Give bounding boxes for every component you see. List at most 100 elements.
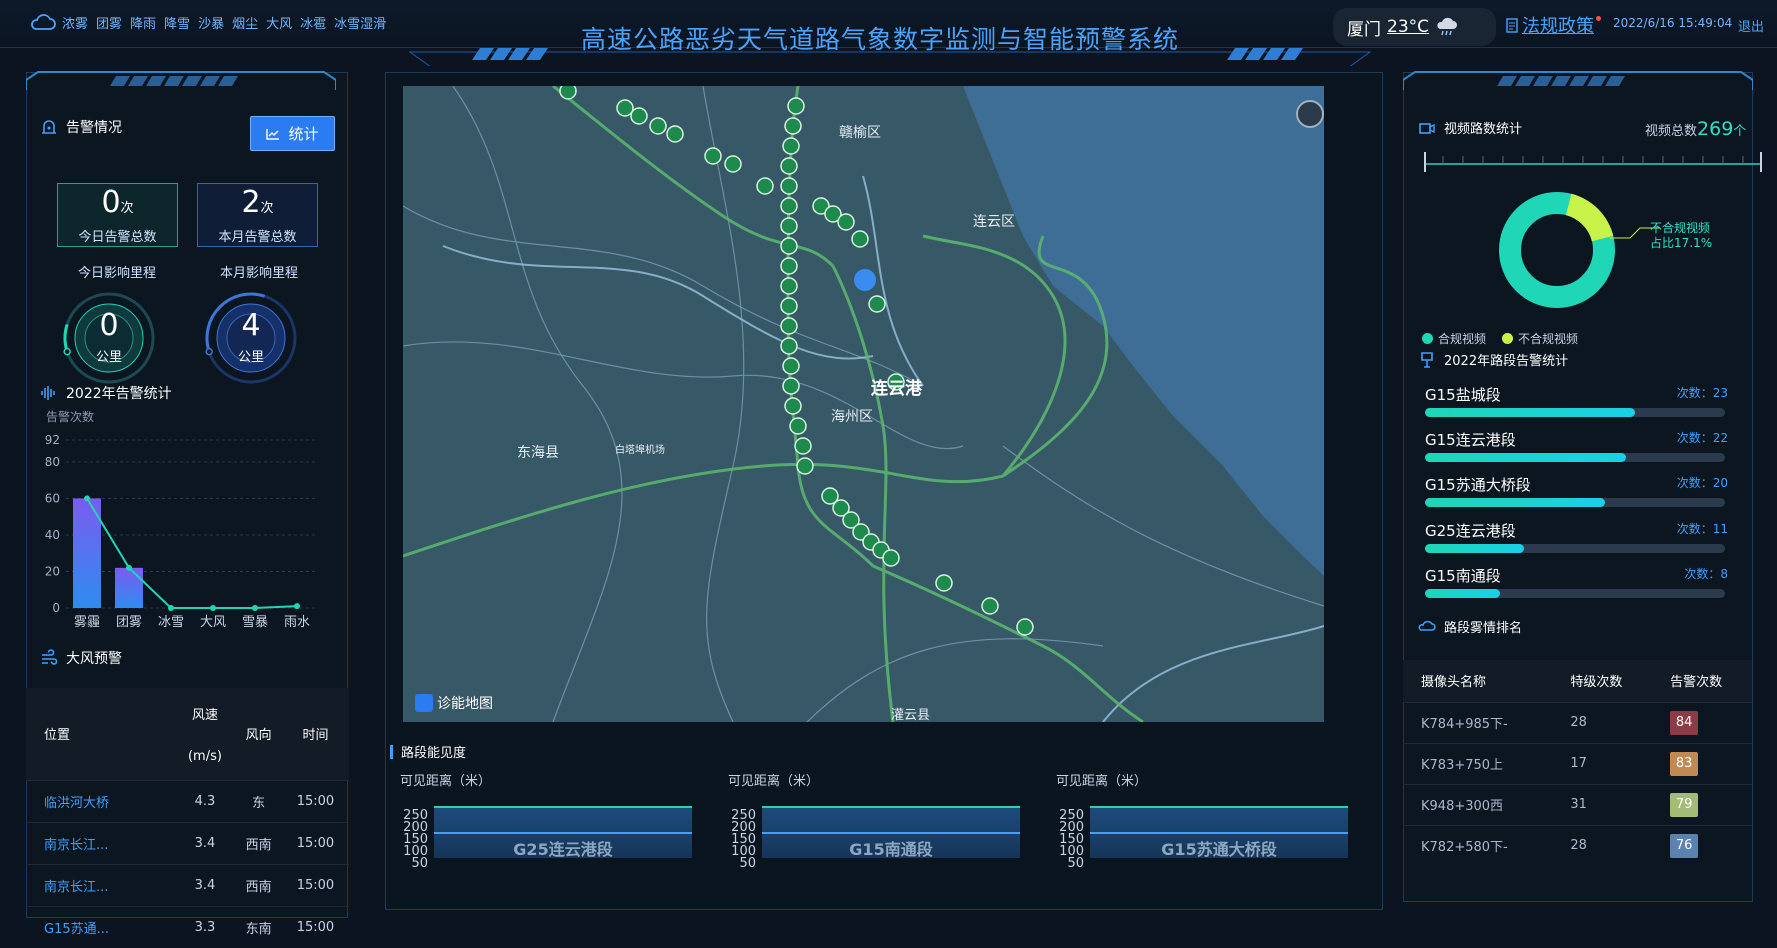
month-mileage-value: 4 <box>241 308 261 343</box>
wind-section-title-row: 大风预警 <box>40 648 122 668</box>
map-compass-button[interactable] <box>1296 100 1324 128</box>
nav-snow[interactable]: 降雪 <box>164 13 190 32</box>
nav-rain[interactable]: 降雨 <box>130 13 156 32</box>
stats-2022-title: 2022年告警统计 <box>66 386 172 402</box>
wind-time: 15:00 <box>281 863 349 906</box>
alarm-bell-icon <box>42 120 56 134</box>
legend-compliant-label: 合规视频 <box>1438 332 1487 346</box>
segment-count: 次数：23 <box>1677 384 1728 401</box>
wind-warning-table: 位置 风速 (m/s) 风向 时间 临洪河大桥 4.3 东 15:00 南京长江... 3… <box>26 688 349 948</box>
segment-count-prefix: 次数： <box>1676 476 1713 490</box>
today-mileage-gauge: 0 公里 <box>61 290 157 386</box>
nav-smoke[interactable]: 烟尘 <box>232 13 258 32</box>
alarm-count-badge: 83 <box>1670 751 1699 776</box>
month-alarm-unit: 次 <box>260 201 274 216</box>
wind-location[interactable]: 临洪河大桥 <box>26 779 175 822</box>
wind-location[interactable]: 南京长江... <box>26 863 175 906</box>
video-ruler <box>1424 152 1762 172</box>
wind-speed: 3.4 <box>174 821 236 864</box>
wind-location[interactable]: G15苏通... <box>26 905 175 948</box>
camera-name: K948+300西 <box>1403 783 1553 825</box>
video-total: 视频总数 269 个 <box>1645 118 1746 140</box>
nav-sandstorm[interactable]: 沙暴 <box>198 13 224 32</box>
table-row[interactable]: 临洪河大桥 4.3 东 15:00 <box>26 779 349 822</box>
x-tick-label: 雾霾 <box>74 615 100 630</box>
table-row[interactable]: K783+750上 17 83 <box>1403 742 1752 784</box>
road-sign-icon <box>1421 351 1433 368</box>
table-row[interactable]: K782+580下- 28 76 <box>1403 824 1752 866</box>
table-row[interactable]: K948+300西 31 79 <box>1403 783 1752 825</box>
wind-direction: 西南 <box>235 821 282 864</box>
chart-ylabel: 告警次数 <box>46 410 95 424</box>
camera-name: K782+580下- <box>1403 824 1553 866</box>
map-label-airport: 白塔埠机场 <box>615 445 665 456</box>
segment-count-prefix: 次数： <box>1676 431 1713 445</box>
donut-label-line1: 不合规视频 <box>1650 221 1711 235</box>
map-view[interactable]: 赣榆区 连云区 连云港 海州区 东海县 白塔埠机场 灌云县 诊能地图 <box>403 86 1324 722</box>
wind-time: 15:00 <box>281 779 349 822</box>
wind-title: 大风预警 <box>66 651 122 667</box>
camera-name: K783+750上 <box>1403 742 1553 784</box>
segment-row-g15-yancheng: G15盐城段 次数：23 <box>1425 384 1728 417</box>
month-mileage-gauge: 4 公里 <box>203 290 299 386</box>
rain-cloud-icon <box>1437 17 1458 36</box>
segment-count: 次数：8 <box>1684 565 1728 582</box>
segment-row-g25-lianyungang: G25连云港段 次数：11 <box>1425 520 1728 553</box>
stats-button[interactable]: 统计 <box>250 116 335 151</box>
wind-icon <box>42 649 58 665</box>
nav-patchy-fog[interactable]: 团雾 <box>96 13 122 32</box>
donut-noncompliant-slice <box>1565 193 1614 242</box>
right-panel-header-decoration <box>1403 71 1753 90</box>
segment-bar <box>1425 453 1725 462</box>
notification-dot <box>1596 16 1601 21</box>
fog-rank-title: 路段雾情排名 <box>1444 621 1523 636</box>
segment-row-g15-nantong: G15南通段 次数：8 <box>1425 565 1728 598</box>
fog-header-camera: 摄像头名称 <box>1403 660 1553 702</box>
segment-count-value: 22 <box>1712 431 1728 445</box>
visibility-ylabel: 可见距离（米） <box>728 774 820 789</box>
segments-section-title: 2022年路段告警统计 <box>1418 350 1568 369</box>
month-mileage-label: 本月影响里程 <box>219 266 298 281</box>
segment-count-value: 11 <box>1712 522 1728 536</box>
visibility-panel-g15-sutong: 可见距离（米） 250 200 150 100 50 G15苏通大桥段 <box>1054 770 1348 890</box>
ytick-50: 50 <box>411 856 428 871</box>
weather-city: 厦门 <box>1347 19 1381 40</box>
segment-count: 次数：20 <box>1677 474 1728 491</box>
visibility-panel-g25: 可见距离（米） 250 200 150 100 50 G25连云港段 <box>398 770 692 890</box>
segment-bar <box>1425 408 1725 417</box>
current-datetime: 2022/6/16 15:49:04 <box>1613 16 1733 30</box>
video-compliance-donut <box>1499 192 1615 308</box>
segment-bar-fill <box>1425 498 1605 507</box>
y-tick-label: 60 <box>45 491 60 505</box>
table-row[interactable]: 南京长江... 3.4 西南 15:00 <box>26 821 349 864</box>
nav-icy-road[interactable]: 冰雪湿滑 <box>334 13 386 32</box>
table-row[interactable]: 南京长江... 3.4 西南 15:00 <box>26 863 349 906</box>
nav-hail[interactable]: 冰雹 <box>300 13 326 32</box>
alarm-count-badge: 76 <box>1670 833 1699 858</box>
y-tick-label: 40 <box>45 528 60 542</box>
donut-legend: 合规视频 不合规视频 <box>1422 330 1578 347</box>
wind-speed: 4.3 <box>174 779 236 822</box>
wind-direction: 西南 <box>235 863 282 906</box>
video-total-label: 视频总数 <box>1645 124 1698 139</box>
weather-nav: 浓雾 团雾 降雨 降雪 沙暴 烟尘 大风 冰雹 冰雪湿滑 <box>30 12 394 32</box>
line-point <box>126 564 132 571</box>
video-total-value: 269 <box>1697 118 1734 140</box>
y-tick-label: 20 <box>45 564 60 578</box>
nav-dense-fog[interactable]: 浓雾 <box>62 13 88 32</box>
nav-gale[interactable]: 大风 <box>266 13 292 32</box>
month-alarm-label: 本月告警总数 <box>218 230 297 245</box>
wind-header-speed-unit: (m/s) <box>187 748 222 764</box>
today-alarm-unit: 次 <box>120 201 134 216</box>
segment-bar <box>1425 589 1725 598</box>
wind-location[interactable]: 南京长江... <box>26 821 175 864</box>
table-row[interactable]: G15苏通... 3.3 东南 15:00 <box>26 905 349 948</box>
segment-name: G15南通段 <box>1425 567 1501 585</box>
table-row[interactable]: K784+985下- 28 84 <box>1403 701 1752 743</box>
wind-direction: 东南 <box>235 905 282 948</box>
today-alarm-value: 0 <box>101 185 121 220</box>
logout-button[interactable]: 退出 <box>1738 16 1764 35</box>
alarm-count-badge: 84 <box>1670 710 1699 735</box>
stats-2022-title-row: 2022年告警统计 <box>40 383 172 403</box>
law-policy-link[interactable]: 法规政策 <box>1506 12 1601 38</box>
